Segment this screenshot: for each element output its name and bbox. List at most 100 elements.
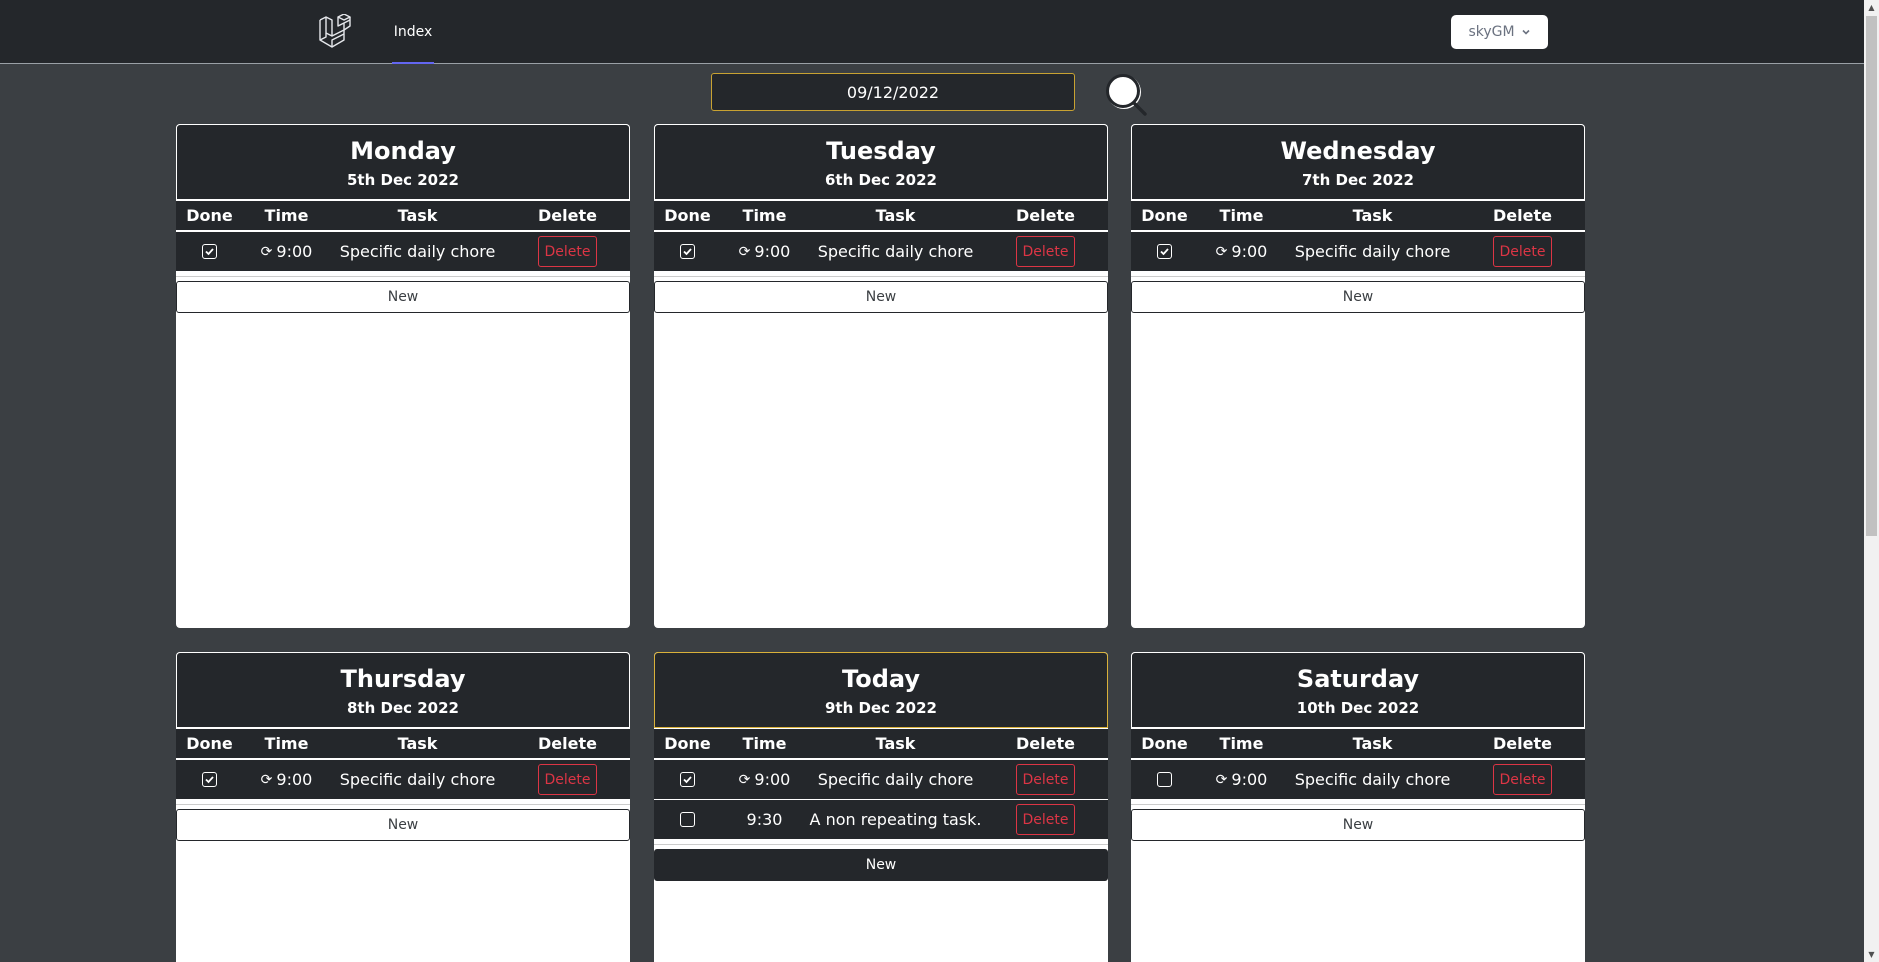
header-task: Task: [397, 206, 438, 225]
done-checkbox[interactable]: [202, 772, 217, 787]
done-checkbox[interactable]: [680, 244, 695, 259]
new-task-button[interactable]: New: [176, 281, 630, 313]
laravel-logo-icon[interactable]: [318, 14, 352, 50]
nav-link-index[interactable]: Index: [392, 0, 434, 64]
header-task: Task: [1352, 734, 1393, 753]
task-time: 9:30: [746, 810, 783, 829]
day-header: Today 9th Dec 2022: [654, 652, 1108, 728]
row-spacer: [176, 272, 630, 277]
task-time: 9:00: [276, 770, 313, 789]
day-name: Saturday: [1296, 665, 1420, 693]
done-cell: [654, 760, 721, 799]
delete-button[interactable]: Delete: [1016, 804, 1075, 835]
header-task: Task: [1352, 206, 1393, 225]
row-spacer: [1131, 272, 1585, 277]
delete-button[interactable]: Delete: [538, 764, 597, 795]
check-icon: [683, 248, 692, 256]
day-date: 5th Dec 2022: [347, 171, 459, 189]
row-spacer: [654, 840, 1108, 845]
header-time: Time: [1219, 206, 1264, 225]
header-done: Done: [664, 206, 711, 225]
header-task: Task: [875, 734, 916, 753]
delete-cell: Delete: [1460, 232, 1585, 271]
date-input[interactable]: [711, 73, 1075, 111]
header-task: Task: [875, 206, 916, 225]
user-menu-button[interactable]: skyGM: [1451, 15, 1548, 49]
delete-button[interactable]: Delete: [1493, 764, 1552, 795]
header-delete: Delete: [1016, 734, 1075, 753]
check-icon: [205, 776, 214, 784]
scroll-up-icon[interactable]: ▲: [1864, 0, 1879, 15]
header-delete: Delete: [538, 734, 597, 753]
delete-button[interactable]: Delete: [1016, 764, 1075, 795]
header-delete: Delete: [1493, 734, 1552, 753]
header-delete: Delete: [1493, 206, 1552, 225]
done-checkbox[interactable]: [680, 772, 695, 787]
delete-cell: Delete: [1460, 760, 1585, 799]
done-checkbox[interactable]: [202, 244, 217, 259]
delete-button[interactable]: Delete: [1493, 236, 1552, 267]
scrollbar-thumb[interactable]: [1866, 16, 1877, 536]
header-time: Time: [742, 734, 787, 753]
table-row: 9:30 A non repeating task. Delete: [654, 800, 1108, 840]
row-spacer: [176, 800, 630, 805]
day-date: 7th Dec 2022: [1302, 171, 1414, 189]
search-icon[interactable]: [1102, 72, 1148, 116]
new-task-button[interactable]: New: [176, 809, 630, 841]
delete-cell: Delete: [983, 760, 1108, 799]
repeat-icon: ⟳: [738, 243, 751, 260]
check-icon: [1160, 248, 1169, 256]
day-card: Today 9th Dec 2022 Done Time Task Delete ⟳ 9:00…: [654, 652, 1108, 962]
day-card: Tuesday 6th Dec 2022 Done Time Task Delete ⟳ 9:…: [654, 124, 1108, 628]
header-done: Done: [664, 734, 711, 753]
table-row: ⟳ 9:00 Specific daily chore Delete: [1131, 232, 1585, 272]
task-name: Specific daily chore: [817, 242, 974, 261]
table-row: ⟳ 9:00 Specific daily chore Delete: [176, 232, 630, 272]
task-time: 9:00: [1231, 242, 1268, 261]
page-scrollbar[interactable]: ▲ ▼: [1864, 0, 1879, 962]
done-checkbox[interactable]: [1157, 244, 1172, 259]
day-card: Monday 5th Dec 2022 Done Time Task Delete ⟳ 9:0…: [176, 124, 630, 628]
day-date: 10th Dec 2022: [1296, 699, 1420, 717]
time-cell: ⟳ 9:00: [243, 760, 330, 799]
task-name: Specific daily chore: [817, 770, 974, 789]
day-header: Saturday 10th Dec 2022: [1131, 652, 1585, 728]
new-task-button[interactable]: New: [654, 849, 1108, 881]
header-time: Time: [264, 734, 309, 753]
new-task-button[interactable]: New: [1131, 809, 1585, 841]
table-row: ⟳ 9:00 Specific daily chore Delete: [654, 760, 1108, 800]
done-checkbox[interactable]: [680, 812, 695, 827]
header-delete: Delete: [1016, 206, 1075, 225]
table-header: Done Time Task Delete: [654, 200, 1108, 231]
header-time: Time: [264, 206, 309, 225]
day-date: 8th Dec 2022: [347, 699, 459, 717]
check-icon: [205, 248, 214, 256]
done-checkbox[interactable]: [1157, 772, 1172, 787]
task-time: 9:00: [754, 770, 791, 789]
new-task-button[interactable]: New: [1131, 281, 1585, 313]
day-header: Monday 5th Dec 2022: [176, 124, 630, 200]
header-done: Done: [186, 734, 233, 753]
new-task-button[interactable]: New: [654, 281, 1108, 313]
delete-cell: Delete: [983, 232, 1108, 271]
task-name: Specific daily chore: [1294, 770, 1451, 789]
task-name: A non repeating task.: [809, 810, 982, 829]
table-header: Done Time Task Delete: [176, 200, 630, 231]
day-card: Saturday 10th Dec 2022 Done Time Task Delete ⟳…: [1131, 652, 1585, 962]
day-card: Wednesday 7th Dec 2022 Done Time Task Delete ⟳…: [1131, 124, 1585, 628]
table-header: Done Time Task Delete: [176, 728, 630, 759]
delete-cell: Delete: [983, 800, 1108, 839]
day-header: Tuesday 6th Dec 2022: [654, 124, 1108, 200]
time-cell: ⟳ 9:00: [721, 760, 808, 799]
delete-button[interactable]: Delete: [538, 236, 597, 267]
task-time: 9:00: [754, 242, 791, 261]
delete-button[interactable]: Delete: [1016, 236, 1075, 267]
day-name: Thursday: [340, 665, 466, 693]
day-header: Wednesday 7th Dec 2022: [1131, 124, 1585, 200]
day-header: Thursday 8th Dec 2022: [176, 652, 630, 728]
top-nav: Index skyGM: [0, 0, 1864, 64]
task-name: Specific daily chore: [1294, 242, 1451, 261]
header-time: Time: [1219, 734, 1264, 753]
scroll-down-icon[interactable]: ▼: [1864, 947, 1879, 962]
day-name: Wednesday: [1280, 137, 1436, 165]
